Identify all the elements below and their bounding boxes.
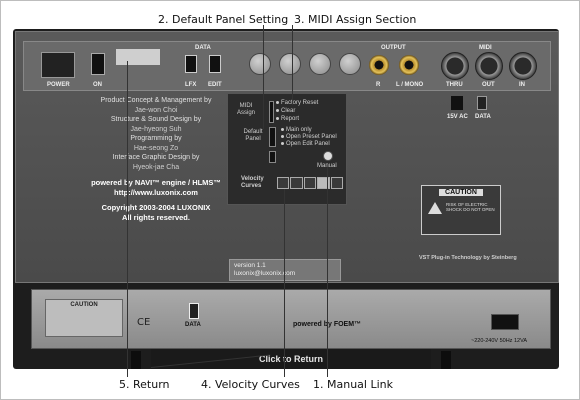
version-text: version 1.1: [234, 262, 266, 269]
power-socket: [41, 52, 75, 78]
thru-label: THRU: [446, 82, 463, 88]
caution-title: CAUTION: [439, 189, 483, 196]
data-socket: [477, 96, 487, 110]
velocity-curve-1[interactable]: [277, 177, 290, 189]
callout-line-velocity: [284, 189, 285, 377]
lower-caution-title: CAUTION: [70, 302, 98, 308]
data-header-label: DATA: [195, 45, 211, 51]
edit-label: EDIT: [208, 82, 222, 88]
factory-reset-option[interactable]: Factory Reset: [276, 100, 318, 106]
clear-option[interactable]: Clear: [276, 108, 295, 114]
default-panel-switch[interactable]: [269, 127, 276, 147]
output-l-jack: [399, 55, 419, 75]
lower-data-port: [189, 303, 199, 319]
callout-line-default-panel: [263, 25, 264, 129]
credits-block: Product Concept & Management by Jae-won …: [71, 96, 241, 222]
velocity-curve-selector: [277, 177, 344, 189]
panel-hole-1: [249, 53, 271, 75]
open-edit-option[interactable]: Open Edit Panel: [281, 141, 330, 147]
midi-out-port: [475, 52, 503, 80]
power-spec: ~220-240V 50Hz 12VA: [471, 338, 528, 344]
credit-name: Hae-seong Zo: [133, 144, 179, 152]
caution-subtext: RISK OF ELECTRIC SHOCK DO NOT OPEN: [446, 202, 495, 212]
midi-in-port: [509, 52, 537, 80]
manual-button[interactable]: [323, 151, 333, 161]
credit-name: Jae-won Choi: [134, 106, 178, 114]
midi-label: MIDI: [479, 45, 492, 51]
callout-return: 5. Return: [119, 378, 170, 391]
ac-label: 15V AC: [447, 114, 468, 120]
on-label: ON: [93, 82, 102, 88]
ce-sticker: [116, 49, 160, 65]
lower-data-label: DATA: [185, 322, 201, 328]
credit-line: Interface Graphic Design by: [112, 154, 200, 161]
open-preset-option[interactable]: Open Preset Panel: [281, 134, 337, 140]
power-label: POWER: [47, 82, 70, 88]
lower-caution-sticker: CAUTION: [45, 299, 123, 337]
callout-line-manual: [327, 167, 328, 377]
midi-assign-switch[interactable]: [269, 101, 274, 123]
midi-assign-label: MIDI Assign: [236, 103, 255, 116]
callout-line-return: [127, 61, 128, 377]
callout-midi-assign: 3. MIDI Assign Section: [294, 13, 417, 26]
ac-inlet: [491, 314, 519, 330]
credit-line: Programming by: [130, 135, 182, 142]
callout-velocity: 4. Velocity Curves: [201, 378, 300, 391]
credit-name: Hyeok-jae Cha: [132, 163, 180, 171]
velocity-curve-5[interactable]: [330, 177, 344, 189]
output-label: OUTPUT: [381, 45, 406, 51]
device-foot: [131, 351, 141, 369]
copyright-text: Copyright 2003-2004 LUXONIX: [101, 203, 211, 212]
contact-email: luxonix@luxonix.com: [234, 270, 296, 277]
help-screen: POWER ON DATA LFX EDIT OUTPUT R L / MONO…: [0, 0, 580, 400]
main-only-option[interactable]: Main only: [281, 127, 312, 133]
callout-line-midi-assign: [292, 25, 293, 105]
velocity-curve-2[interactable]: [290, 177, 303, 189]
credit-name: Jae-hyeong Suh: [130, 125, 182, 133]
engine-credit: powered by NAVI™ engine / HLMS™: [91, 178, 221, 187]
vst-credit: VST Plug-in Technology by Steinberg: [419, 255, 517, 261]
report-option[interactable]: Report: [276, 116, 299, 122]
panel-hole-2: [279, 53, 301, 75]
out-label: OUT: [482, 82, 495, 88]
caution-sticker: CAUTION RISK OF ELECTRIC SHOCK DO NOT OP…: [421, 185, 501, 235]
small-button[interactable]: [269, 151, 276, 163]
device-foot: [441, 351, 451, 369]
lfx-port: [185, 55, 197, 73]
lfx-label: LFX: [185, 82, 197, 88]
panel-hole-4: [339, 53, 361, 75]
rights-text: All rights reserved.: [122, 212, 190, 222]
callout-manual: 1. Manual Link: [313, 378, 393, 391]
in-label: IN: [519, 82, 525, 88]
r-label: R: [376, 82, 381, 88]
power-switch: [91, 53, 105, 75]
data2-label: DATA: [475, 114, 491, 120]
callout-default-panel: 2. Default Panel Setting: [158, 13, 289, 26]
version-box: version 1.1 luxonix@luxonix.com: [229, 259, 341, 281]
midi-thru-port: [441, 52, 469, 80]
lmono-label: L / MONO: [396, 82, 424, 88]
velocity-curves-label: Velocity Curves: [241, 176, 264, 189]
ce-mark: CE: [137, 317, 151, 328]
edit-port: [209, 55, 221, 73]
credit-line: Structure & Sound Design by: [110, 116, 202, 123]
output-r-jack: [369, 55, 389, 75]
return-button[interactable]: Click to Return: [151, 349, 431, 369]
velocity-curve-3[interactable]: [303, 177, 317, 189]
caution-warning-icon: [428, 202, 442, 214]
website-url: http://www.luxonix.com: [114, 187, 198, 197]
ac-socket: [451, 96, 463, 110]
default-panel-label: Default Panel: [243, 129, 263, 142]
credit-line: Product Concept & Management by: [100, 97, 212, 104]
panel-hole-3: [309, 53, 331, 75]
